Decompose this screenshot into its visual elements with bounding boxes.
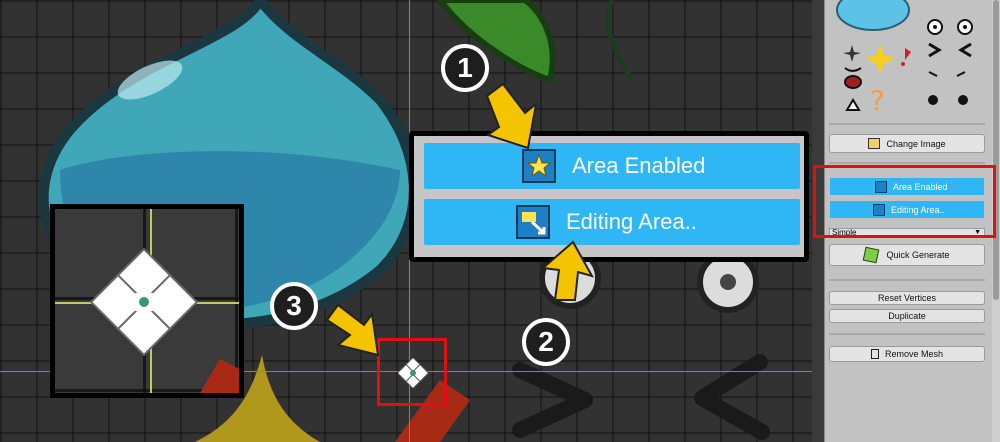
callout-background: Area Enabled Editing Area.. — [414, 136, 804, 257]
zoom-inset — [50, 204, 244, 398]
quick-generate-label: Quick Generate — [886, 250, 950, 260]
change-image-icon — [868, 138, 881, 149]
panel-separator — [829, 162, 985, 164]
handle-highlight-box — [377, 338, 447, 406]
step-badge-3: 3 — [270, 282, 318, 330]
remove-mesh-label: Remove Mesh — [884, 349, 944, 359]
change-image-button[interactable]: Change Image — [829, 134, 985, 153]
quick-generate-icon — [863, 246, 880, 264]
panel-separator — [829, 333, 985, 335]
duplicate-label: Duplicate — [888, 311, 926, 321]
trash-icon — [870, 349, 879, 359]
panel-buttons-highlight-box — [813, 165, 996, 238]
duplicate-button[interactable]: Duplicate — [829, 309, 985, 323]
sprite-thumbnails: ? — [836, 0, 973, 117]
panel-separator — [829, 123, 985, 125]
star-icon — [522, 149, 556, 183]
area-enabled-label: Area Enabled — [572, 153, 706, 178]
change-image-label: Change Image — [886, 138, 946, 149]
move-handle-zoomed-icon — [89, 247, 239, 393]
editing-area-button-zoomed[interactable]: Editing Area.. — [424, 199, 800, 245]
move-handle-icon[interactable] — [398, 358, 428, 388]
quick-generate-button[interactable]: Quick Generate — [829, 244, 985, 266]
step-badge-2: 2 — [522, 318, 570, 366]
scrollbar-thumb[interactable] — [993, 0, 999, 300]
step-badge-1: 1 — [441, 44, 489, 92]
zoomed-buttons-callout: Area Enabled Editing Area.. — [409, 131, 809, 262]
reset-vertices-label: Reset Vertices — [877, 293, 937, 303]
area-enabled-button-zoomed[interactable]: Area Enabled — [424, 143, 800, 189]
remove-mesh-button[interactable]: Remove Mesh — [829, 346, 985, 362]
edit-area-icon — [516, 205, 550, 239]
reset-vertices-button[interactable]: Reset Vertices — [829, 291, 985, 305]
svg-text:?: ? — [870, 84, 885, 117]
editing-area-label: Editing Area.. — [566, 209, 697, 234]
panel-separator — [829, 279, 985, 281]
